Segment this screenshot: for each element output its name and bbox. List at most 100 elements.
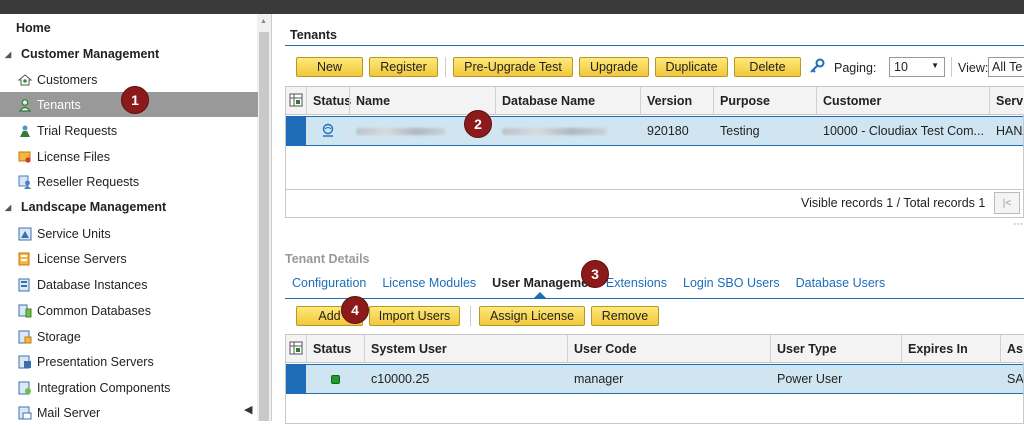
version-cell: 920180 bbox=[640, 117, 713, 145]
tenant-status-icon bbox=[321, 123, 335, 140]
view-label: View: bbox=[958, 61, 989, 75]
tenant-details-title: Tenant Details bbox=[285, 252, 370, 266]
table-row[interactable]: 920180 Testing 10000 - Cloudiax Test Com… bbox=[286, 116, 1023, 146]
column-header-assigned[interactable]: As bbox=[1000, 335, 1023, 363]
sidebar-item-label: Reseller Requests bbox=[37, 174, 140, 189]
paging-value: 10 bbox=[894, 60, 908, 74]
sidebar-item-integration-components[interactable]: Integration Components bbox=[0, 375, 258, 400]
sidebar-item-label: Mail Server bbox=[37, 405, 101, 420]
sidebar-item-service-units[interactable]: Service Units bbox=[0, 221, 258, 246]
sidebar-item-mail-server[interactable]: Mail Server bbox=[0, 400, 258, 425]
paging-label: Paging: bbox=[834, 61, 877, 75]
status-cell bbox=[306, 117, 349, 145]
scrollbar-thumb[interactable] bbox=[259, 32, 269, 421]
sidebar-group-landscape-management[interactable]: ◢ Landscape Management bbox=[0, 195, 258, 219]
sidebar-item-label: Customers bbox=[37, 72, 98, 87]
sidebar-item-database-instances[interactable]: Database Instances bbox=[0, 272, 258, 297]
sidebar-item-license-servers[interactable]: License Servers bbox=[0, 246, 258, 271]
column-header-user-type[interactable]: User Type bbox=[770, 335, 837, 363]
pre-upgrade-test-button[interactable]: Pre-Upgrade Test bbox=[453, 57, 573, 77]
column-header-name[interactable]: Name bbox=[349, 87, 390, 115]
tab-extensions[interactable]: Extensions bbox=[606, 276, 667, 290]
tenants-title: Tenants bbox=[290, 28, 337, 42]
sidebar-item-license-files[interactable]: License Files bbox=[0, 144, 258, 169]
tab-license-modules[interactable]: License Modules bbox=[382, 276, 476, 290]
pager-first-button[interactable]: |< bbox=[994, 192, 1020, 214]
sidebar-home-label: Home bbox=[16, 21, 51, 35]
users-grid: Status System User User Code User Type E… bbox=[285, 334, 1024, 424]
customer-cell: 10000 - Cloudiax Test Com... bbox=[816, 117, 989, 145]
trial-requests-icon bbox=[18, 124, 32, 138]
column-header-customer[interactable]: Customer bbox=[816, 87, 881, 115]
system-user-cell: c10000.25 bbox=[364, 365, 567, 393]
users-grid-header: Status System User User Code User Type E… bbox=[286, 335, 1024, 363]
mail-server-icon bbox=[18, 406, 32, 420]
sidebar-item-home[interactable]: Home bbox=[0, 16, 258, 40]
sidebar-item-trial-requests[interactable]: Trial Requests bbox=[0, 118, 258, 143]
remove-button[interactable]: Remove bbox=[591, 306, 659, 326]
import-users-button[interactable]: Import Users bbox=[369, 306, 460, 326]
customers-icon bbox=[18, 73, 32, 87]
resize-grip-icon[interactable]: ⋯ bbox=[1013, 219, 1023, 230]
step-marker-3: 3 bbox=[581, 260, 609, 288]
sidebar-item-label: Database Instances bbox=[37, 277, 148, 292]
tab-configuration[interactable]: Configuration bbox=[292, 276, 366, 290]
reseller-requests-icon bbox=[18, 175, 32, 189]
column-header-status[interactable]: Status bbox=[306, 335, 351, 363]
column-header-version[interactable]: Version bbox=[640, 87, 692, 115]
sidebar-item-storage[interactable]: Storage bbox=[0, 324, 258, 349]
table-row[interactable]: c10000.25 manager Power User SA bbox=[286, 364, 1023, 394]
column-chooser-icon[interactable] bbox=[289, 93, 303, 110]
sidebar-item-reseller-requests[interactable]: Reseller Requests bbox=[0, 169, 258, 194]
view-select[interactable]: All Te bbox=[988, 57, 1024, 77]
assigned-cell: SA bbox=[1000, 365, 1023, 393]
sidebar-item-label: License Files bbox=[37, 149, 110, 164]
column-header-system-user[interactable]: System User bbox=[364, 335, 447, 363]
column-chooser-icon[interactable] bbox=[289, 341, 303, 358]
sidebar-item-presentation-servers[interactable]: Presentation Servers bbox=[0, 349, 258, 374]
sidebar-group-label: Landscape Management bbox=[21, 200, 167, 214]
row-selector[interactable] bbox=[286, 117, 306, 145]
database-instances-icon bbox=[18, 278, 32, 292]
active-status-icon bbox=[331, 374, 340, 384]
view-value: All Te bbox=[992, 60, 1023, 74]
toolbar-separator bbox=[470, 306, 471, 326]
grid-footer-divider bbox=[286, 189, 1023, 190]
assign-license-button[interactable]: Assign License bbox=[479, 306, 585, 326]
sidebar-item-label: Trial Requests bbox=[37, 123, 118, 138]
column-header-status[interactable]: Status bbox=[306, 87, 351, 115]
tab-login-sbo-users[interactable]: Login SBO Users bbox=[683, 276, 780, 290]
sidebar-scrollbar[interactable]: ▲ bbox=[257, 14, 271, 421]
collapse-triangle-icon: ◢ bbox=[5, 49, 12, 59]
column-header-expires-in[interactable]: Expires In bbox=[901, 335, 968, 363]
register-button[interactable]: Register bbox=[369, 57, 438, 77]
column-header-user-code[interactable]: User Code bbox=[567, 335, 637, 363]
duplicate-button[interactable]: Duplicate bbox=[655, 57, 728, 77]
toolbar-separator bbox=[951, 57, 952, 77]
user-type-cell: Power User bbox=[770, 365, 901, 393]
database-name-cell-redacted bbox=[495, 117, 640, 145]
active-tab-caret-icon bbox=[534, 292, 546, 298]
license-files-icon bbox=[18, 150, 32, 164]
collapse-sidebar-icon[interactable]: ◀ bbox=[244, 403, 252, 416]
upgrade-button[interactable]: Upgrade bbox=[579, 57, 649, 77]
column-header-database-name[interactable]: Database Name bbox=[495, 87, 595, 115]
status-cell bbox=[306, 365, 364, 393]
sidebar-item-label: Storage bbox=[37, 329, 81, 344]
column-header-purpose[interactable]: Purpose bbox=[713, 87, 770, 115]
sidebar-item-common-databases[interactable]: Common Databases bbox=[0, 298, 258, 323]
delete-button[interactable]: Delete bbox=[734, 57, 801, 77]
column-header-service[interactable]: Servi bbox=[989, 87, 1024, 115]
tab-database-users[interactable]: Database Users bbox=[796, 276, 886, 290]
sidebar-item-label: Integration Components bbox=[37, 380, 171, 395]
scroll-up-icon[interactable]: ▲ bbox=[260, 18, 267, 25]
new-button[interactable]: New bbox=[296, 57, 363, 77]
top-bar bbox=[0, 0, 1024, 14]
redacted-name bbox=[356, 127, 446, 135]
row-selector[interactable] bbox=[286, 365, 306, 393]
sidebar-item-label: Common Databases bbox=[37, 303, 151, 318]
paging-select[interactable]: 10 ▼ bbox=[889, 57, 945, 77]
sidebar-group-customer-management[interactable]: ◢ Customer Management bbox=[0, 42, 258, 66]
tenants-icon bbox=[18, 98, 32, 112]
common-databases-icon bbox=[18, 304, 32, 318]
